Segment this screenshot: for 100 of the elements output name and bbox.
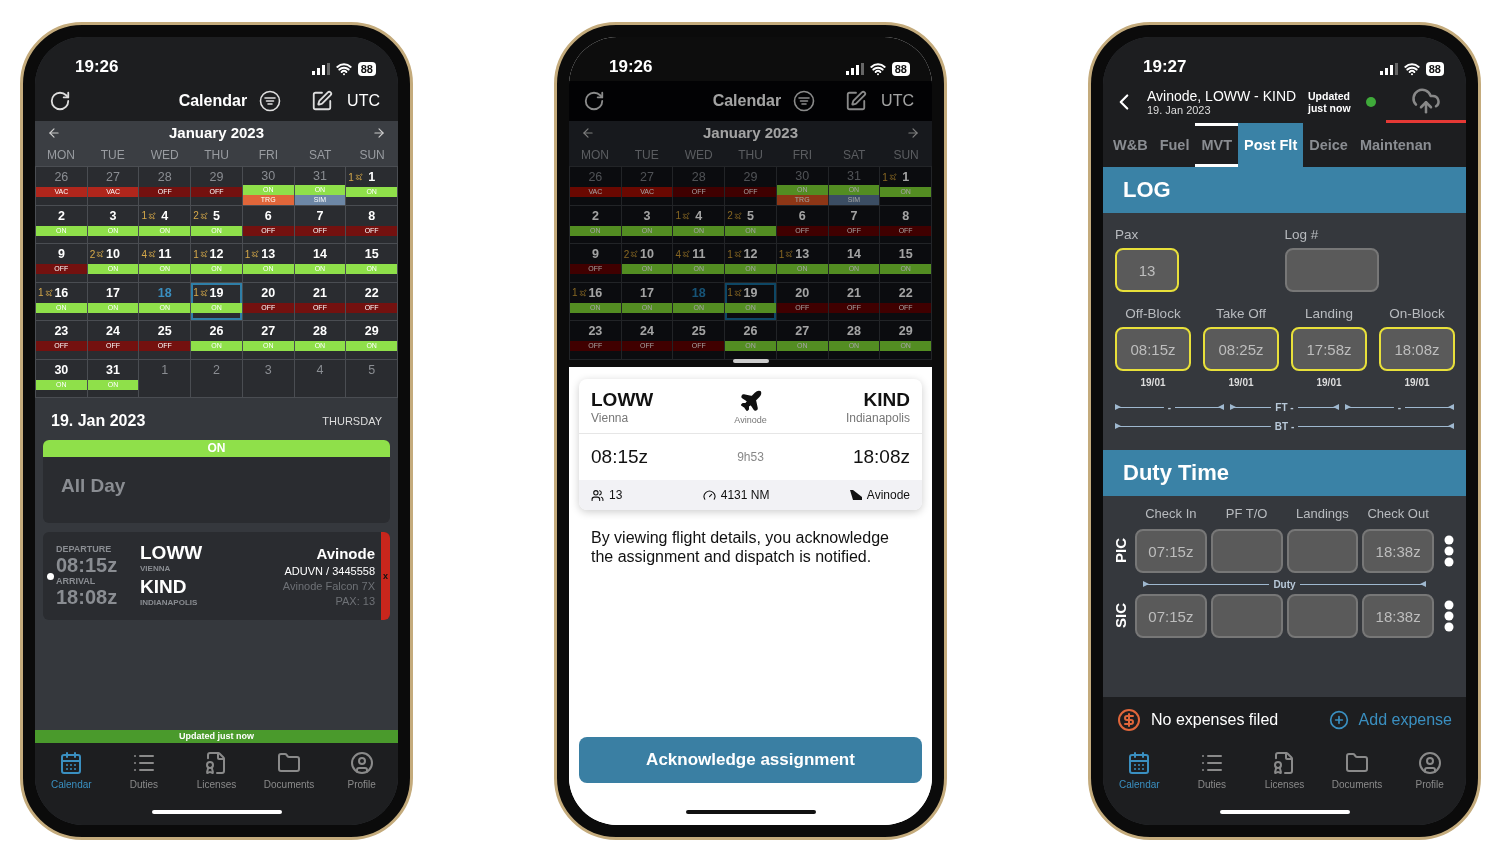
day-number: 24 <box>106 324 120 338</box>
plane-icon <box>354 173 363 181</box>
day-number: 27 <box>106 170 120 184</box>
filter-icon[interactable] <box>793 90 816 112</box>
tab-icon <box>349 751 374 775</box>
time-field[interactable] <box>1210 594 1283 638</box>
selected-date: 19. Jan 2023 <box>51 412 146 430</box>
tab-bar-item[interactable]: Documents <box>256 751 323 790</box>
day-number: 12 <box>209 247 224 261</box>
carrier-name: Avinode <box>734 415 767 425</box>
add-expense-link[interactable]: Add expense <box>1358 711 1452 729</box>
section-tab[interactable]: Deice <box>1303 123 1354 167</box>
tab-icon <box>1127 751 1152 775</box>
weekday-label: SUN <box>358 148 386 162</box>
day-number: 27 <box>261 324 276 338</box>
arrival-time: 18:08z <box>56 586 119 608</box>
status-time: 19:27 <box>1143 57 1187 77</box>
calendar-day[interactable]: 1 <box>139 359 191 397</box>
time-field[interactable]: 18:38z <box>1362 594 1434 638</box>
time-field[interactable] <box>1286 529 1359 573</box>
previous-month-icon[interactable] <box>581 125 595 140</box>
section-tab[interactable]: W&B <box>1107 123 1154 167</box>
section-tab[interactable]: Maintenan <box>1353 123 1438 167</box>
flight-count: 2 <box>623 248 630 260</box>
edit-icon[interactable] <box>311 90 334 112</box>
day-number: 28 <box>312 324 327 338</box>
plane-icon <box>785 250 794 258</box>
tab-icon <box>1417 751 1442 775</box>
tab-bar-item[interactable]: Calendar <box>1106 751 1173 790</box>
time-field[interactable]: 08:15z <box>1115 327 1191 371</box>
plane-icon <box>148 211 156 220</box>
day-number: 11 <box>158 247 172 261</box>
day-number: 29 <box>743 170 758 184</box>
tab-bar-item[interactable]: Documents <box>1324 751 1391 790</box>
time-field[interactable]: 08:25z <box>1203 327 1279 371</box>
tab-bar-item[interactable]: Calendar <box>38 751 105 790</box>
previous-month-icon[interactable] <box>47 125 61 140</box>
flight-title: Avinode, LOWW - KIND <box>1147 88 1297 104</box>
time-field[interactable]: 17:58z <box>1291 327 1367 371</box>
calendar-day[interactable]: 4 <box>294 359 346 397</box>
more-icon[interactable] <box>1444 600 1454 632</box>
add-icon[interactable] <box>1328 710 1349 730</box>
tab-bar-item[interactable]: Duties <box>110 751 177 790</box>
tab-bar-item[interactable]: Duties <box>1178 751 1245 790</box>
edit-icon[interactable] <box>845 90 868 112</box>
origin-code: LOWW <box>591 389 654 411</box>
day-number: 14 <box>312 247 327 261</box>
calendar-day[interactable]: 5 <box>346 359 397 397</box>
tab-bar-item[interactable]: Profile <box>1396 751 1463 790</box>
acknowledge-button[interactable]: Acknowledge assignment <box>579 737 922 783</box>
column-header: Landings <box>1295 506 1350 521</box>
day-number: 26 <box>54 170 69 184</box>
calendar-day[interactable]: 2 <box>191 359 242 397</box>
day-number: 30 <box>795 168 810 183</box>
status-time: 19:26 <box>75 57 119 77</box>
destination-city: Indianapolis <box>845 411 910 425</box>
day-number: 13 <box>795 247 810 261</box>
filter-icon[interactable] <box>259 90 282 112</box>
battery-indicator: 88 <box>357 62 376 76</box>
tab-bar-item[interactable]: Licenses <box>1251 751 1318 790</box>
timezone-toggle[interactable]: UTC <box>347 92 380 110</box>
time-field[interactable]: 07:15z <box>1135 594 1207 638</box>
input-field[interactable] <box>1284 248 1379 292</box>
next-month-icon[interactable] <box>906 125 920 140</box>
calendar-day[interactable]: 3 <box>242 359 294 397</box>
sheet-handle[interactable] <box>732 359 769 363</box>
time-field[interactable]: 18:38z <box>1362 529 1434 573</box>
destination-code: KIND <box>863 389 910 411</box>
section-tab[interactable]: Post Flt <box>1238 123 1304 167</box>
day-number: 20 <box>261 285 276 300</box>
more-icon[interactable] <box>1444 535 1454 567</box>
day-number: 28 <box>157 170 172 184</box>
plane-icon <box>199 288 208 297</box>
tab-icon <box>59 751 84 775</box>
refresh-icon[interactable] <box>583 90 605 112</box>
time-field[interactable]: 07:15z <box>1135 529 1207 573</box>
next-month-icon[interactable] <box>372 125 386 140</box>
cloud-upload-icon <box>1411 85 1441 116</box>
flight-count: 1 <box>675 210 681 221</box>
plane-icon <box>44 288 53 297</box>
refresh-icon[interactable] <box>49 90 71 112</box>
section-tab[interactable]: Fuel <box>1153 123 1196 167</box>
flight-count: 1 <box>348 171 354 183</box>
input-field[interactable]: 13 <box>1115 248 1179 292</box>
flight-card[interactable]: DEPARTURE 08:15z ARRIVAL 18:08z LOWW VIENNA KIND INDIANAPOLIS Avinode ADUVN / 3445558 Avinode Falcon 7X PAX: 13 x <box>43 532 390 620</box>
flight-count: 1 <box>778 248 785 260</box>
battery-indicator: 88 <box>1425 62 1444 76</box>
day-number: 17 <box>106 285 120 300</box>
tab-bar-item[interactable]: Licenses <box>183 751 250 790</box>
time-field[interactable] <box>1286 594 1359 638</box>
tab-bar-item[interactable]: Profile <box>328 751 395 790</box>
duration-label: BT - <box>1274 421 1295 432</box>
timezone-toggle[interactable]: UTC <box>881 92 914 110</box>
time-field[interactable] <box>1210 529 1283 573</box>
people-icon <box>591 488 604 502</box>
timeline-dot <box>47 572 54 580</box>
weekday-label: SUN <box>892 148 920 162</box>
screen-title: Calendar <box>178 92 248 110</box>
weekday-label: TUE <box>99 148 126 162</box>
time-field[interactable]: 18:08z <box>1379 327 1455 371</box>
